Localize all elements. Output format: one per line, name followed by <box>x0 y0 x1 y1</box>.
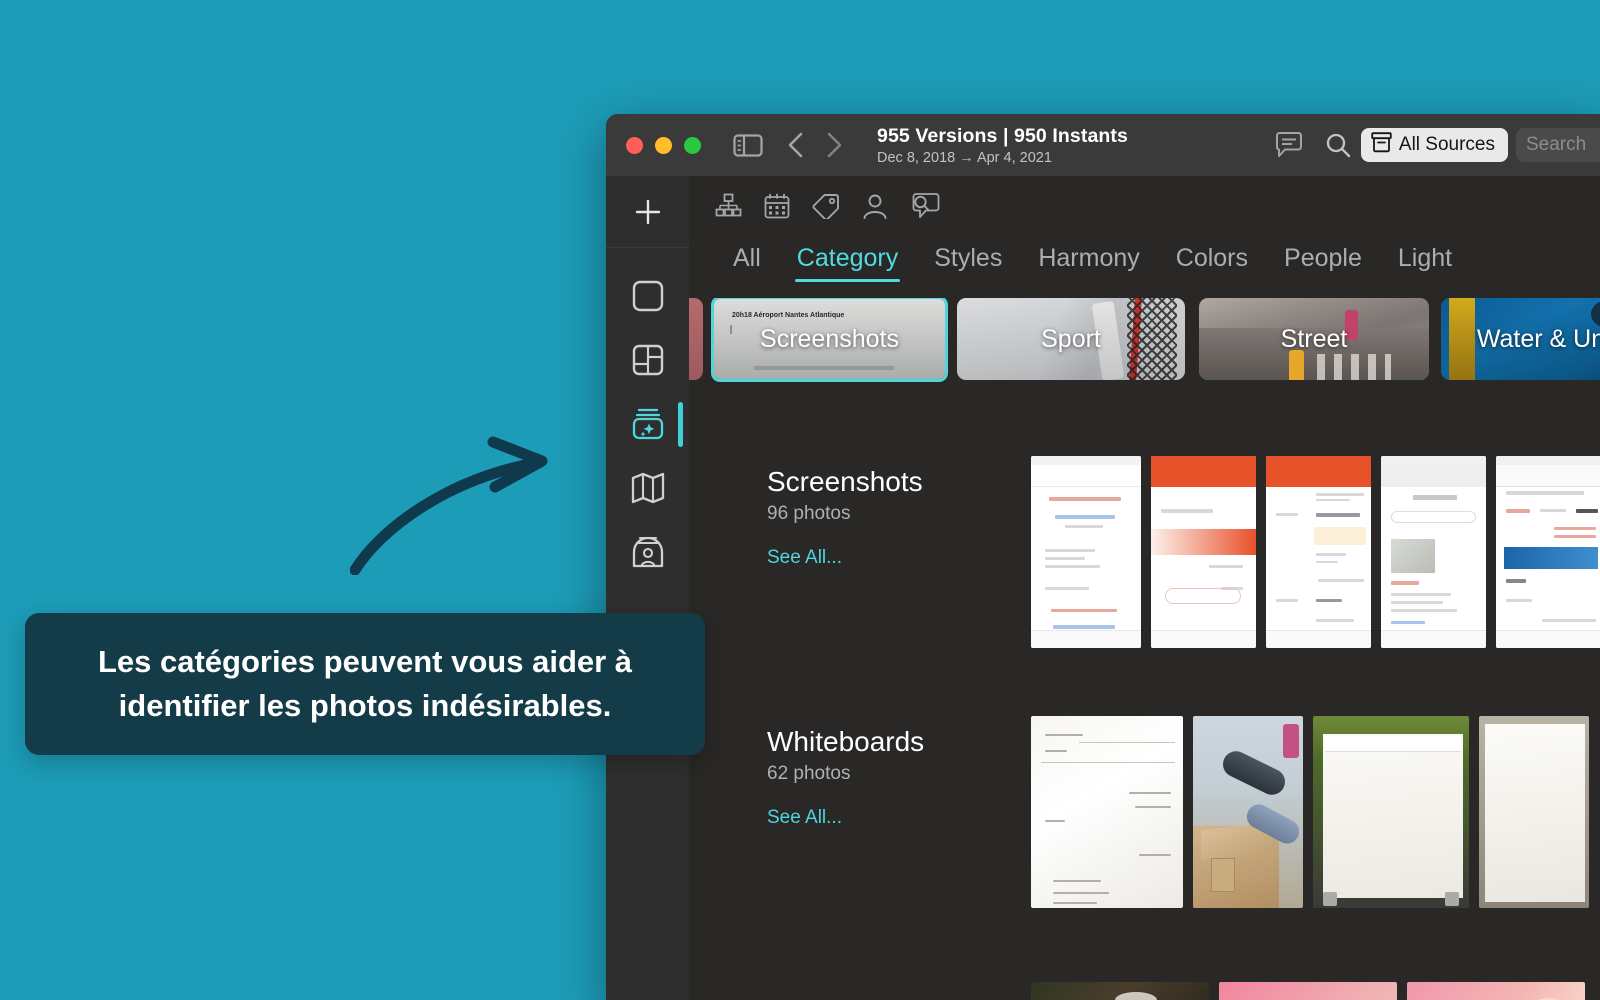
tab-bar: All Category Styles Harmony Colors Peopl… <box>689 224 1600 282</box>
callout-text: Les catégories peuvent vous aider à iden… <box>97 643 633 723</box>
person-icon[interactable] <box>862 193 888 224</box>
tab-harmony[interactable]: Harmony <box>1020 244 1157 282</box>
sidebar-item-categories[interactable] <box>606 394 689 454</box>
thumbnail-pink-gradient-photo[interactable] <box>1407 982 1585 1000</box>
active-indicator <box>678 402 683 447</box>
thumbnail-mobile-trip-detail[interactable] <box>1266 456 1371 648</box>
sidebar-item-browser[interactable] <box>606 330 689 390</box>
calendar-icon[interactable] <box>764 193 790 224</box>
category-card-screenshots[interactable]: 20h18 Aéroport Nantes Atlantique Screens… <box>711 298 948 382</box>
thumbnail-handwritten-notes-page[interactable] <box>1031 716 1183 908</box>
content-area: All Category Styles Harmony Colors Peopl… <box>689 176 1600 1000</box>
thumbnail-flipchart-notes[interactable] <box>1313 716 1469 908</box>
thumbnail-youtube-promo-pink[interactable]: Available now on YouTube <box>1219 982 1397 1000</box>
section-meta: Screenshots 96 photos See All... <box>767 466 1027 569</box>
category-card-street[interactable]: Street <box>1199 298 1429 380</box>
sidebar-item-single-view[interactable] <box>606 266 689 326</box>
source-filter-chip[interactable]: All Sources <box>1360 128 1508 162</box>
speech-search-icon[interactable] <box>910 192 940 224</box>
tab-all[interactable]: All <box>715 244 779 282</box>
section-meta: Whiteboards 62 photos See All... <box>767 726 1027 829</box>
category-card-strip[interactable]: 20h18 Aéroport Nantes Atlantique Screens… <box>689 298 1600 390</box>
thumbnail-dark-portrait-photo[interactable] <box>1031 982 1209 1000</box>
add-button[interactable] <box>606 176 689 248</box>
thumbnail-row <box>1031 456 1600 648</box>
close-button[interactable] <box>626 136 643 154</box>
category-card-sport[interactable]: Sport <box>957 298 1185 380</box>
left-rail <box>606 176 689 1000</box>
tab-light[interactable]: Light <box>1380 244 1470 282</box>
traffic-lights <box>606 136 701 154</box>
chevron-right-icon[interactable] <box>826 131 843 159</box>
minimize-button[interactable] <box>655 136 672 154</box>
window-subtitle: Dec 8, 2018 → Apr 4, 2021 <box>877 149 1052 166</box>
thumbnail-mobile-google-search[interactable] <box>1381 456 1486 648</box>
bottom-thumbnail-row: Available now on YouTube <box>1031 982 1585 1000</box>
window-title: 955 Versions | 950 Instants <box>877 124 1128 147</box>
window-titlebar: 955 Versions | 950 Instants Dec 8, 2018 … <box>606 114 1600 176</box>
search-placeholder: Search <box>1526 134 1587 155</box>
see-all-link[interactable]: See All... <box>767 547 1027 569</box>
sidebar-item-people[interactable] <box>606 522 689 582</box>
section-count: 96 photos <box>767 503 851 524</box>
thumbnail-row <box>1031 716 1589 908</box>
category-card-label: Screenshots <box>760 324 899 353</box>
search-input[interactable]: Search <box>1516 128 1600 162</box>
app-window: 955 Versions | 950 Instants Dec 8, 2018 … <box>606 114 1600 1000</box>
tab-colors[interactable]: Colors <box>1158 244 1266 282</box>
thumbnail-mobile-transport-site[interactable] <box>1496 456 1600 648</box>
category-card-partial[interactable] <box>689 298 703 380</box>
zoom-button[interactable] <box>684 136 701 154</box>
thumbnail-mobile-trips-orange[interactable] <box>1151 456 1256 648</box>
category-card-water[interactable]: Water & Un <box>1441 298 1600 380</box>
tab-category[interactable]: Category <box>779 244 916 282</box>
section-title: Screenshots <box>767 466 923 497</box>
titlebar-right-controls: All Sources Search <box>1275 114 1600 176</box>
archive-box-icon <box>1371 132 1392 158</box>
tag-icon[interactable] <box>812 193 840 224</box>
comment-icon[interactable] <box>1275 132 1303 158</box>
thumbnail-flipchart-notes-2[interactable] <box>1479 716 1589 908</box>
hierarchy-icon[interactable] <box>715 193 742 223</box>
filter-icon-bar <box>689 176 1600 224</box>
tab-styles[interactable]: Styles <box>916 244 1020 282</box>
source-filter-label: All Sources <box>1398 134 1495 155</box>
rail-items <box>606 248 689 582</box>
see-all-link[interactable]: See All... <box>767 807 1027 829</box>
sidebar-toggle-icon[interactable] <box>733 133 763 157</box>
callout-tooltip: Les catégories peuvent vous aider à iden… <box>25 613 705 755</box>
chevron-left-icon[interactable] <box>787 131 804 159</box>
thumbnail-cardboard-box-poster-tube[interactable] <box>1193 716 1303 908</box>
thumbnail-mobile-booking-confirmation[interactable] <box>1031 456 1141 648</box>
category-card-label: Water & Un <box>1476 324 1600 353</box>
arrow-annotation <box>350 436 548 575</box>
search-icon[interactable] <box>1325 132 1351 158</box>
section-count: 62 photos <box>767 763 851 784</box>
tab-people[interactable]: People <box>1266 244 1380 282</box>
sidebar-item-map[interactable] <box>606 458 689 518</box>
category-card-label: Sport <box>1041 324 1101 353</box>
title-block: 955 Versions | 950 Instants Dec 8, 2018 … <box>877 125 1128 166</box>
section-title: Whiteboards <box>767 726 925 757</box>
